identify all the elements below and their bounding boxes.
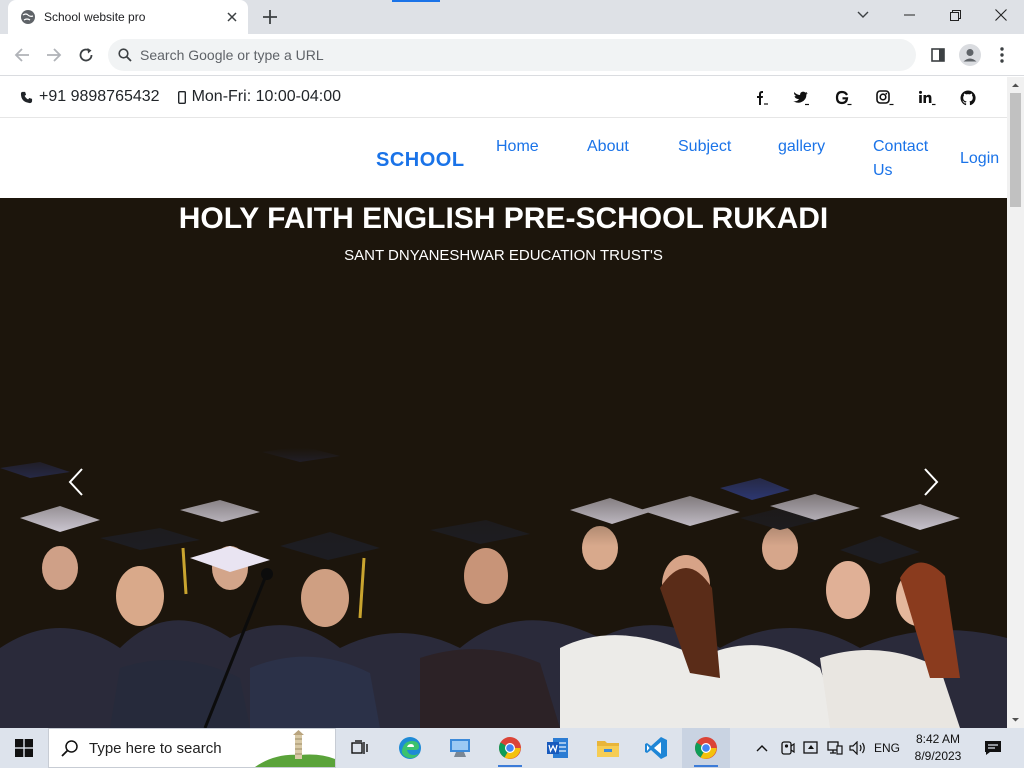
- taskbar-search-placeholder: Type here to search: [89, 739, 222, 757]
- carousel-prev-button[interactable]: [61, 462, 91, 502]
- nav-link-contact[interactable]: Contact Us: [873, 135, 928, 183]
- hours-text: Mon-Fri: 10:00-04:00: [191, 88, 341, 105]
- instagram-icon[interactable]: [874, 88, 896, 108]
- scrollbar-thumb[interactable]: [1010, 93, 1021, 207]
- linkedin-icon[interactable]: [916, 88, 938, 108]
- hero-title: HOLY FAITH ENGLISH PRE-SCHOOL RUKADI: [178, 202, 829, 235]
- search-highlight-illustration: [255, 730, 335, 767]
- side-panel-icon[interactable]: [926, 43, 950, 67]
- taskbar-search-box[interactable]: Type here to search: [48, 728, 336, 768]
- hero-subtitle: SANT DNYANESHWAR EDUCATION TRUST'S: [344, 247, 663, 264]
- clock-date: 8/9/2023: [914, 749, 962, 763]
- edge-icon[interactable]: [386, 728, 434, 768]
- browser-tab[interactable]: School website pro: [8, 0, 248, 34]
- chevron-right-icon: [924, 468, 939, 496]
- reload-icon[interactable]: [74, 43, 98, 67]
- nav-link-subject[interactable]: Subject: [678, 135, 731, 159]
- hero-carousel: HOLY FAITH ENGLISH PRE-SCHOOL RUKADI SAN…: [0, 198, 1007, 728]
- main-navbar: SCHOOL Home About Subject gallery Contac…: [0, 118, 1007, 198]
- new-tab-button[interactable]: [258, 5, 282, 29]
- phone-number: +91 9898765432: [39, 88, 160, 105]
- browser-toolbar: [0, 34, 1024, 76]
- browser-tab-strip: School website pro: [0, 0, 1024, 34]
- word-icon[interactable]: [534, 728, 582, 768]
- forward-arrow-icon[interactable]: [42, 43, 66, 67]
- nav-link-gallery[interactable]: gallery: [778, 135, 825, 159]
- file-explorer-icon[interactable]: [584, 728, 632, 768]
- search-icon: [61, 740, 78, 757]
- tray-overflow-chevron-icon[interactable]: [752, 728, 772, 768]
- tab-search-icon[interactable]: [840, 0, 886, 30]
- chrome-active-icon[interactable]: [682, 728, 730, 768]
- kebab-menu-icon[interactable]: [990, 43, 1014, 67]
- search-icon: [118, 48, 132, 62]
- start-button[interactable]: [0, 728, 48, 768]
- minimize-icon[interactable]: [886, 0, 932, 30]
- scroll-up-icon[interactable]: [1011, 81, 1020, 90]
- notifications-icon[interactable]: [978, 728, 1008, 768]
- this-pc-icon[interactable]: [436, 728, 484, 768]
- address-input[interactable]: [140, 47, 840, 63]
- close-window-icon[interactable]: [978, 0, 1024, 30]
- meet-now-icon[interactable]: [776, 728, 798, 768]
- task-view-icon[interactable]: [336, 728, 384, 768]
- google-icon[interactable]: [832, 88, 854, 108]
- nav-link-login[interactable]: Login: [960, 147, 999, 171]
- graduation-photo: [0, 448, 1007, 728]
- github-icon[interactable]: [957, 88, 979, 108]
- phone-icon: [20, 91, 33, 103]
- facebook-icon[interactable]: [750, 88, 772, 108]
- scroll-down-icon[interactable]: [1011, 715, 1020, 724]
- windows-logo-icon: [15, 739, 33, 757]
- office-hours: Mon-Fri: 10:00-04:00: [177, 88, 341, 106]
- system-clock[interactable]: 8:42 AM 8/9/2023: [906, 731, 970, 765]
- chevron-left-icon: [68, 468, 83, 496]
- page-scrollbar[interactable]: [1007, 77, 1024, 728]
- close-tab-icon[interactable]: [224, 9, 240, 25]
- volume-icon[interactable]: [846, 728, 870, 768]
- chrome-icon[interactable]: [486, 728, 534, 768]
- tab-loading-indicator: [392, 0, 440, 2]
- nav-link-about[interactable]: About: [587, 135, 629, 159]
- nav-link-contact-line2: Us: [873, 162, 893, 179]
- brand-logo-text[interactable]: SCHOOL: [376, 149, 465, 172]
- page-viewport: +91 9898765432 Mon-Fri: 10:00-04:00 SCHO…: [0, 77, 1007, 728]
- twitter-icon[interactable]: [790, 88, 812, 108]
- mobile-icon: [177, 90, 186, 104]
- carousel-next-button[interactable]: [916, 462, 946, 502]
- phone-contact: +91 9898765432: [20, 88, 160, 106]
- contact-bar: +91 9898765432 Mon-Fri: 10:00-04:00: [0, 77, 1007, 118]
- nav-link-contact-line1: Contact: [873, 138, 929, 155]
- profile-avatar-icon[interactable]: [958, 43, 982, 67]
- language-indicator[interactable]: ENG: [872, 728, 902, 768]
- back-arrow-icon[interactable]: [10, 43, 34, 67]
- nav-link-home[interactable]: Home: [496, 135, 539, 159]
- windows-taskbar: Type here to search ENG 8:42 AM 8/9/2023: [0, 728, 1024, 768]
- vscode-icon[interactable]: [632, 728, 680, 768]
- battery-warning-icon[interactable]: [800, 728, 822, 768]
- globe-icon: [21, 10, 35, 24]
- restore-icon[interactable]: [932, 0, 978, 30]
- address-bar[interactable]: [108, 39, 916, 71]
- network-icon[interactable]: [824, 728, 846, 768]
- tab-title: School website pro: [44, 10, 146, 24]
- clock-time: 8:42 AM: [915, 732, 961, 746]
